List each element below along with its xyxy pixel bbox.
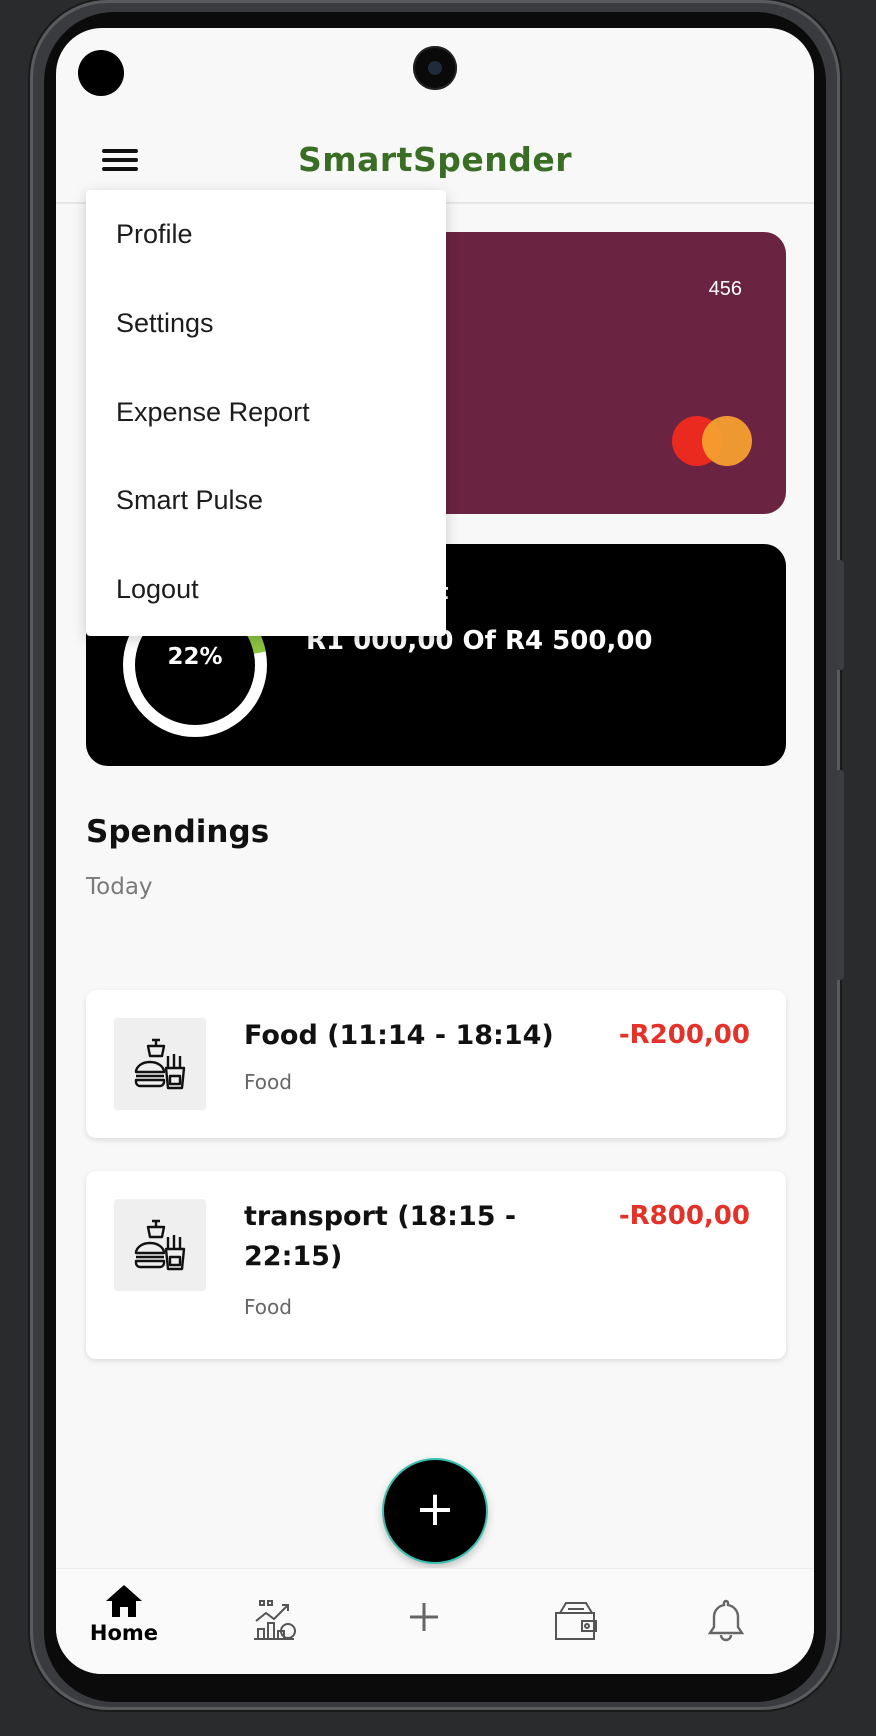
bell-icon <box>707 1599 745 1642</box>
spendings-subtitle: Today <box>86 874 153 900</box>
menu-item-profile[interactable]: Profile <box>86 196 446 285</box>
food-icon <box>114 1018 206 1110</box>
transaction-amount: -R800,00 <box>618 1201 750 1231</box>
nav-notifications[interactable] <box>676 1597 776 1674</box>
spendings-title: Spendings <box>86 814 270 850</box>
menu-item-smart-pulse[interactable]: Smart Pulse <box>86 462 446 551</box>
transaction-category: Food <box>244 1295 292 1319</box>
transaction-card[interactable]: Food (11:14 - 18:14) Food -R200,00 <box>86 990 786 1138</box>
transaction-title: Food (11:14 - 18:14) <box>244 1020 554 1051</box>
app-screen: SmartSpender 456 t 22% R1 000,00 Of R4 5… <box>56 28 814 1674</box>
budget-percent: 22% <box>167 644 223 670</box>
mastercard-logo-icon <box>672 416 752 466</box>
nav-add[interactable] <box>374 1597 474 1674</box>
transaction-category: Food <box>244 1070 292 1094</box>
camera-cutout <box>78 50 124 96</box>
power-button <box>836 770 844 980</box>
volume-button <box>836 560 844 670</box>
overflow-menu: Profile Settings Expense Report Smart Pu… <box>86 190 446 636</box>
menu-item-expense-report[interactable]: Expense Report <box>86 374 446 463</box>
analytics-icon <box>254 1600 296 1640</box>
add-icon <box>410 1603 438 1631</box>
nav-home[interactable]: Home <box>74 1583 174 1663</box>
bottom-navigation: Home <box>56 1568 814 1674</box>
transaction-title: transport (18:15 - 22:15) <box>244 1201 517 1272</box>
wallet-icon <box>555 1602 597 1640</box>
nav-analytics[interactable] <box>224 1595 324 1674</box>
home-icon <box>106 1585 142 1617</box>
card-number: 456 <box>708 278 742 300</box>
nav-home-label: Home <box>89 1621 159 1645</box>
transaction-card[interactable]: transport (18:15 - 22:15) Food -R800,00 <box>86 1171 786 1359</box>
transaction-amount: -R200,00 <box>618 1020 750 1050</box>
menu-item-settings[interactable]: Settings <box>86 285 446 374</box>
app-title: SmartSpender <box>297 140 572 179</box>
nav-wallet[interactable] <box>526 1597 626 1674</box>
front-camera <box>413 46 457 90</box>
food-icon <box>114 1199 206 1291</box>
menu-item-logout[interactable]: Logout <box>86 551 446 640</box>
add-expense-button[interactable]: + <box>384 1460 486 1562</box>
